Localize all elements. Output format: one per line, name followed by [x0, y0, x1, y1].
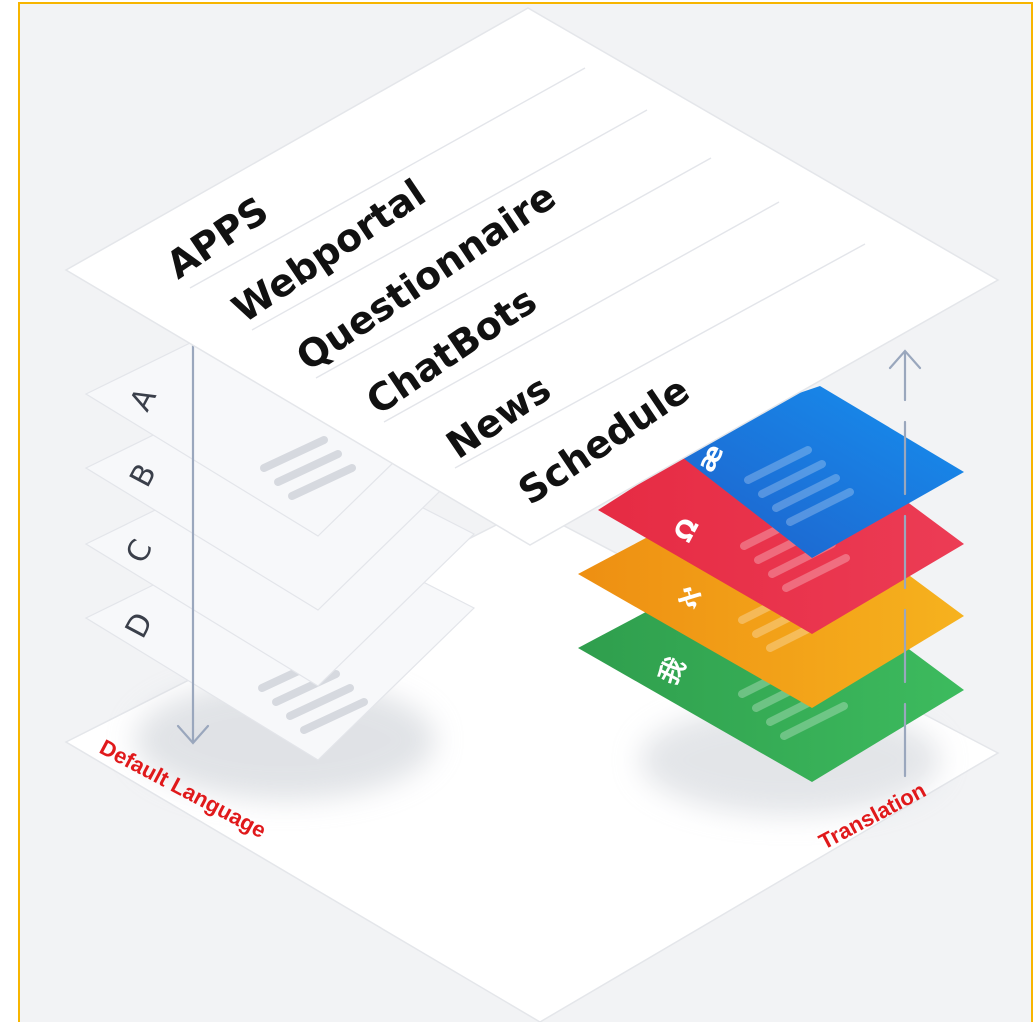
- layer-diagram: D C B A 我 ℵ Ω æ APPS Webportal Questionn…: [64, 7, 1000, 1022]
- diagram-canvas: D C B A 我 ℵ Ω æ APPS Webportal Questionn…: [0, 0, 1035, 1022]
